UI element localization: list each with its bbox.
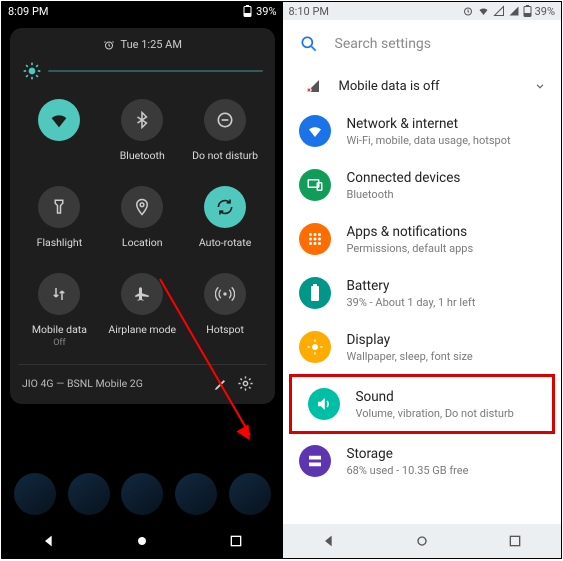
- autorotate-icon: [215, 197, 235, 217]
- dock-app[interactable]: [68, 473, 110, 515]
- devices-icon: [306, 176, 324, 194]
- nav-home[interactable]: [414, 533, 430, 549]
- dock-app[interactable]: [229, 473, 271, 515]
- qs-tile-dnd[interactable]: Do not disturb: [184, 91, 267, 174]
- mobile-data-banner[interactable]: Mobile data is off: [283, 68, 562, 104]
- alarm-row[interactable]: Tue 1:25 AM: [18, 38, 267, 55]
- dock-app[interactable]: [175, 473, 217, 515]
- wifi-icon: [477, 5, 490, 17]
- gear-icon: [237, 375, 254, 392]
- qs-tiles-grid: Bluetooth Do not disturb Flashlight Loca…: [18, 91, 267, 360]
- brightness-icon: [306, 338, 324, 356]
- nav-back[interactable]: [41, 533, 57, 549]
- brightness-slider[interactable]: [18, 55, 267, 91]
- dock-app[interactable]: [14, 473, 56, 515]
- nav-bar: [2, 524, 283, 558]
- dock-app[interactable]: [121, 473, 163, 515]
- settings-item-battery[interactable]: Battery39% - About 1 day, 1 hr left: [283, 266, 562, 320]
- qs-tile-flashlight[interactable]: Flashlight: [18, 178, 101, 261]
- qs-tile-airplane[interactable]: Airplane mode: [101, 265, 184, 360]
- status-bar: 8:10 PM 39%: [283, 2, 562, 20]
- storage-icon: [306, 452, 324, 470]
- nav-bar: [283, 524, 562, 558]
- qs-tile-wifi[interactable]: [18, 91, 101, 174]
- dnd-icon: [215, 110, 235, 130]
- brightness-track[interactable]: [48, 70, 263, 72]
- nav-recent[interactable]: [507, 533, 523, 549]
- qs-tile-bluetooth[interactable]: Bluetooth: [101, 91, 184, 174]
- nav-back[interactable]: [321, 533, 337, 549]
- status-time: 8:10 PM: [289, 5, 329, 18]
- quick-settings-screen: 8:09 PM 39% Tue 1:25 AM: [2, 2, 283, 558]
- settings-item-storage[interactable]: Storage68% used - 10.35 GB free: [283, 434, 562, 488]
- wifi-icon: [306, 122, 324, 140]
- bluetooth-icon: [133, 111, 151, 129]
- signal-off-icon: [305, 78, 321, 94]
- apps-icon: [306, 230, 324, 248]
- status-battery: 39%: [535, 5, 555, 18]
- status-battery: 39%: [256, 5, 276, 18]
- hotspot-icon: [215, 284, 235, 304]
- search-placeholder: Search settings: [335, 36, 432, 52]
- qs-tile-location[interactable]: Location: [101, 178, 184, 261]
- brightness-icon: [22, 61, 42, 81]
- signal-icon: [508, 5, 520, 17]
- settings-screen: 8:10 PM 39% Search settings Mobile data …: [283, 2, 562, 558]
- settings-item-sound[interactable]: SoundVolume, vibration, Do not disturb: [289, 374, 556, 434]
- qs-tile-mobiledata[interactable]: Mobile data Off: [18, 265, 101, 360]
- chevron-down-icon: [533, 79, 547, 93]
- settings-item-network[interactable]: Network & internetWi-Fi, mobile, data us…: [283, 104, 562, 158]
- mobiledata-icon: [50, 285, 68, 303]
- battery-icon: [309, 284, 321, 302]
- qs-tile-autorotate[interactable]: Auto-rotate: [184, 178, 267, 261]
- carrier-text: JIO 4G — BSNL Mobile 2G: [22, 377, 213, 390]
- location-icon: [133, 198, 151, 216]
- status-time: 8:09 PM: [8, 5, 48, 18]
- settings-button[interactable]: [237, 375, 261, 392]
- signal-icon: [493, 5, 505, 17]
- settings-item-devices[interactable]: Connected devicesBluetooth: [283, 158, 562, 212]
- sound-icon: [315, 395, 333, 413]
- battery-icon: [243, 5, 252, 17]
- nav-recent[interactable]: [228, 533, 244, 549]
- nav-home[interactable]: [134, 533, 150, 549]
- qs-tile-hotspot[interactable]: Hotspot: [184, 265, 267, 360]
- settings-item-apps[interactable]: Apps & notificationsPermissions, default…: [283, 212, 562, 266]
- settings-item-display[interactable]: DisplayWallpaper, sleep, font size: [283, 320, 562, 374]
- status-bar: 8:09 PM 39%: [2, 2, 283, 20]
- flashlight-icon: [50, 198, 68, 216]
- search-settings[interactable]: Search settings: [283, 20, 562, 68]
- battery-icon: [523, 5, 532, 17]
- search-icon: [299, 34, 319, 54]
- alarm-icon: [462, 5, 474, 17]
- wifi-icon: [48, 109, 70, 131]
- annotation-arrow-head: [236, 424, 255, 443]
- settings-list: Network & internetWi-Fi, mobile, data us…: [283, 104, 562, 488]
- quick-settings-panel: Tue 1:25 AM Bluetooth Do: [10, 28, 275, 404]
- home-dock: [2, 466, 283, 522]
- airplane-icon: [133, 285, 151, 303]
- alarm-icon: [103, 39, 115, 51]
